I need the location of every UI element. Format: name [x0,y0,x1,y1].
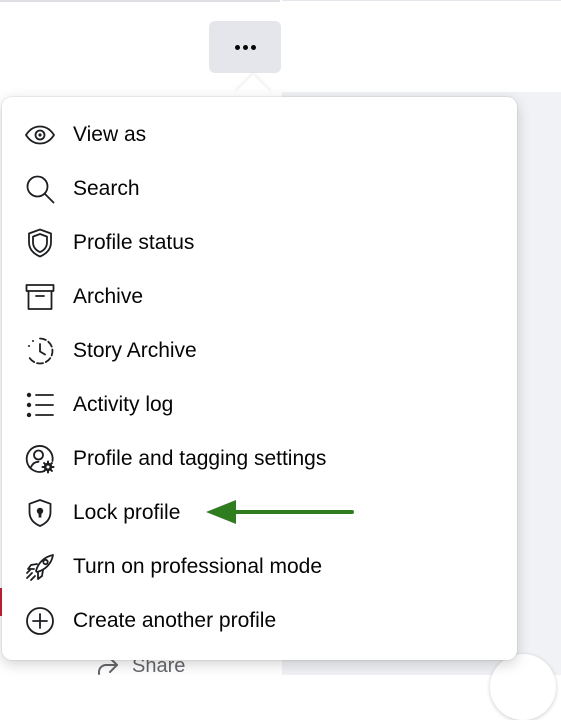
menu-item-profile-status[interactable]: Profile status [2,216,517,270]
menu-item-label: Archive [73,285,144,308]
menu-item-label: Create another profile [73,609,277,632]
menu-item-story-archive[interactable]: Story Archive [2,324,517,378]
lock-shield-icon [22,495,58,531]
more-horizontal-icon [234,44,256,50]
menu-item-label: Profile and tagging settings [73,447,327,470]
plus-circle-icon [22,603,58,639]
menu-item-profile-tagging-settings[interactable]: Profile and tagging settings [2,432,517,486]
menu-item-label: Lock profile [73,501,181,524]
menu-item-label: Profile status [73,231,195,254]
story-archive-clock-icon [22,333,58,369]
menu-item-label: Search [73,177,140,200]
menu-item-archive[interactable]: Archive [2,270,517,324]
profile-gear-icon [22,441,58,477]
menu-item-label: Turn on professional mode [73,555,323,578]
menu-item-view-as[interactable]: View as [2,108,517,162]
shield-icon [22,225,58,261]
menu-item-activity-log[interactable]: Activity log [2,378,517,432]
professional-rocket-icon [22,549,58,585]
page-right-divider [282,0,561,1]
menu-item-label: View as [73,123,147,146]
menu-item-label: Activity log [73,393,174,416]
menu-item-create-another-profile[interactable]: Create another profile [2,594,517,648]
arrow-left-icon [206,500,354,524]
archive-box-icon [22,279,58,315]
menu-list: View as Search Profile status Archive St… [2,97,517,648]
search-icon [22,171,58,207]
eye-icon [22,117,58,153]
menu-item-search[interactable]: Search [2,162,517,216]
more-options-button[interactable] [209,21,281,73]
menu-item-professional-mode[interactable]: Turn on professional mode [2,540,517,594]
floating-action-button-partial[interactable] [490,654,556,720]
page-top-divider [0,0,280,2]
list-icon [22,387,58,423]
profile-options-menu: View as Search Profile status Archive St… [2,97,517,660]
menu-item-label: Story Archive [73,339,197,362]
